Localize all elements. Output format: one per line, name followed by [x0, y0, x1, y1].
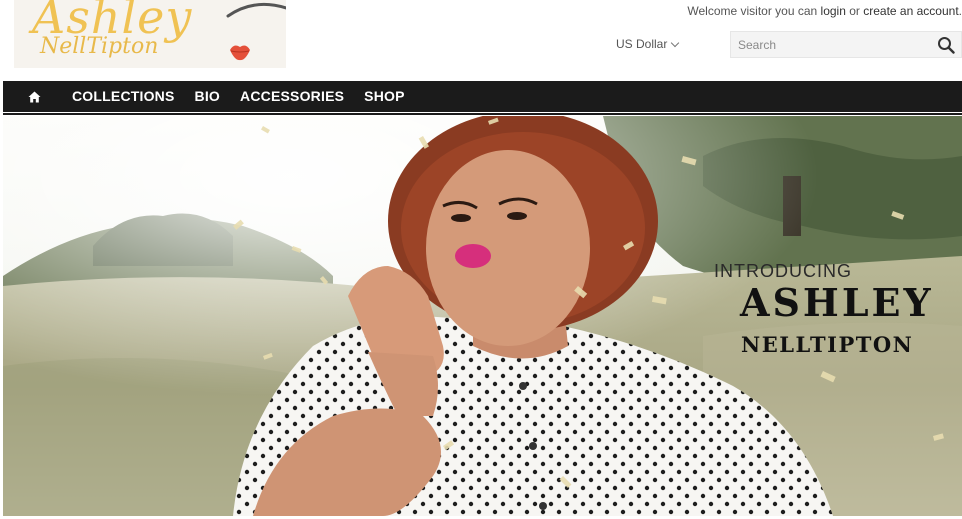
- hero-intro-text: INTRODUCING: [714, 261, 852, 281]
- site-logo[interactable]: Ashley NellTipton: [14, 0, 286, 68]
- hero-title-first-name: ASHLEY: [740, 280, 934, 325]
- main-nav: COLLECTIONS BIO ACCESSORIES SHOP: [3, 81, 962, 112]
- site-header: Ashley NellTipton Welcome visitor you ca…: [0, 0, 962, 80]
- eyebrow-swoosh-icon: [226, 2, 286, 18]
- nav-item-accessories[interactable]: ACCESSORIES: [230, 81, 354, 112]
- lips-icon: [230, 45, 250, 61]
- welcome-text: Welcome visitor you can: [687, 4, 821, 18]
- search-form: [730, 31, 962, 58]
- currency-label: US Dollar: [616, 37, 668, 51]
- search-input[interactable]: [731, 32, 931, 57]
- home-icon: [28, 91, 40, 102]
- search-icon[interactable]: [937, 36, 955, 54]
- welcome-period: .: [958, 4, 962, 18]
- nav-divider: [3, 113, 962, 115]
- chevron-down-icon: [671, 38, 680, 47]
- login-link[interactable]: login: [821, 4, 846, 18]
- currency-selector[interactable]: US Dollar: [616, 37, 680, 51]
- logo-text-last-name: NellTipton: [40, 34, 159, 59]
- create-account-link[interactable]: create an account: [863, 4, 958, 18]
- nav-item-shop[interactable]: SHOP: [354, 81, 414, 112]
- welcome-or-text: or: [845, 4, 864, 18]
- nav-home-button[interactable]: [6, 81, 62, 112]
- hero-title-last-name: NELLTIPTON: [741, 332, 914, 357]
- nav-item-collections[interactable]: COLLECTIONS: [62, 81, 185, 112]
- hero-banner[interactable]: INTRODUCING ASHLEY NELLTIPTON: [3, 116, 962, 516]
- welcome-message: Welcome visitor you can login or create …: [687, 4, 962, 18]
- nav-item-bio[interactable]: BIO: [185, 81, 231, 112]
